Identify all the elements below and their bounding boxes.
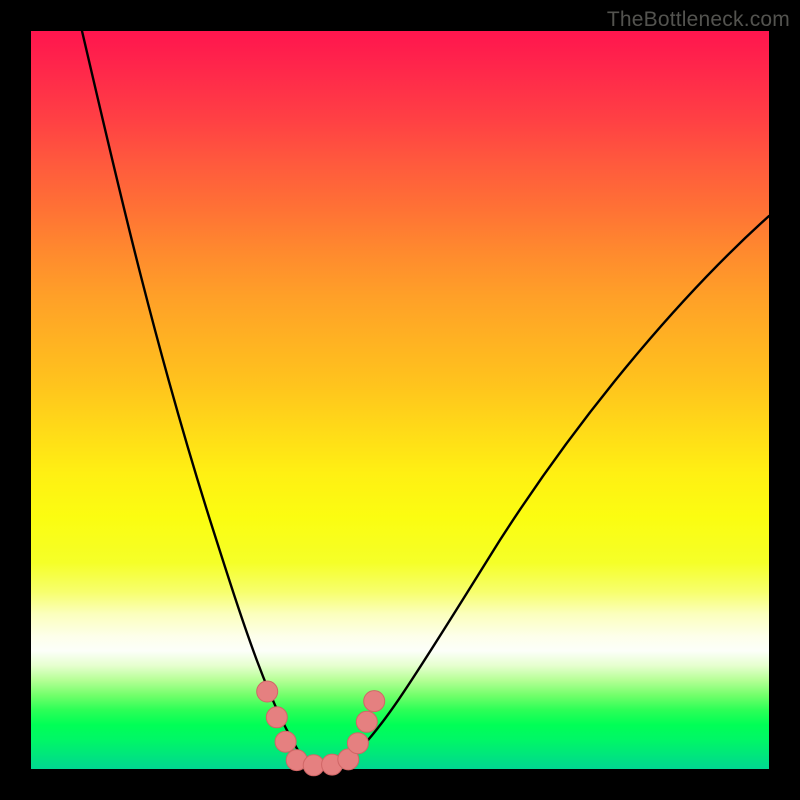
outer-frame: TheBottleneck.com bbox=[0, 0, 800, 800]
plot-area bbox=[31, 31, 769, 769]
watermark-text: TheBottleneck.com bbox=[607, 8, 790, 32]
